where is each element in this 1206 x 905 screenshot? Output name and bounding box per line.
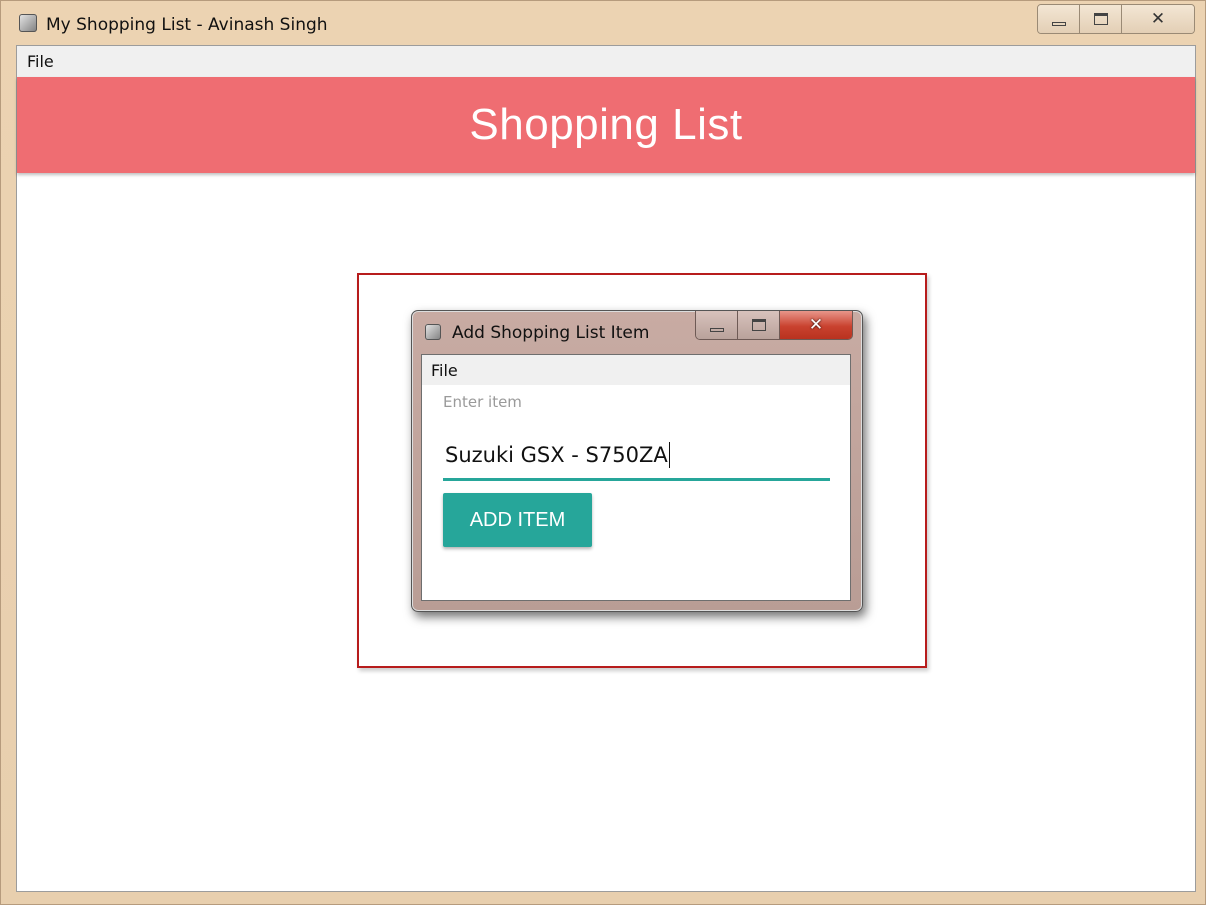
dialog-minimize-button[interactable]	[696, 311, 738, 339]
minimize-button[interactable]	[1038, 5, 1080, 33]
item-input-value: Suzuki GSX - S750ZA	[445, 442, 668, 467]
main-titlebar[interactable]: My Shopping List - Avinash Singh ✕	[1, 1, 1205, 45]
close-icon: ✕	[808, 315, 824, 335]
minimize-icon	[1051, 22, 1066, 26]
dialog-client-area: File Enter item Suzuki GSX - S750ZA ADD …	[421, 354, 851, 601]
main-menubar: File	[17, 46, 1195, 77]
minimize-icon	[709, 328, 724, 332]
maximize-icon	[751, 319, 766, 331]
dialog-menu-file[interactable]: File	[422, 361, 467, 380]
close-button[interactable]: ✕	[1122, 5, 1194, 33]
add-item-dialog: Add Shopping List Item ✕ File Enter item	[411, 310, 863, 612]
menu-file[interactable]: File	[17, 52, 64, 71]
dialog-title: Add Shopping List Item	[452, 323, 650, 343]
text-caret	[668, 441, 670, 468]
item-input[interactable]: Suzuki GSX - S750ZA	[443, 431, 830, 481]
dialog-caption-buttons: ✕	[695, 311, 853, 340]
maximize-icon	[1093, 13, 1108, 25]
item-input-label: Enter item	[443, 393, 522, 411]
window-caption-buttons: ✕	[1037, 4, 1195, 34]
dialog-close-button[interactable]: ✕	[780, 311, 852, 339]
add-item-button[interactable]: ADD ITEM	[443, 493, 592, 547]
dialog-menubar: File	[422, 355, 850, 385]
close-icon: ✕	[1150, 9, 1166, 29]
dialog-app-icon[interactable]	[425, 324, 441, 340]
maximize-button[interactable]	[1080, 5, 1122, 33]
dialog-maximize-button[interactable]	[738, 311, 780, 339]
main-client-area: File Shopping List Add Shopping List Ite…	[16, 45, 1196, 892]
app-icon[interactable]	[19, 14, 37, 32]
main-window: My Shopping List - Avinash Singh ✕ File …	[0, 0, 1206, 905]
page-title: Shopping List	[469, 100, 743, 149]
header-banner: Shopping List	[17, 77, 1195, 173]
window-title: My Shopping List - Avinash Singh	[46, 15, 328, 35]
